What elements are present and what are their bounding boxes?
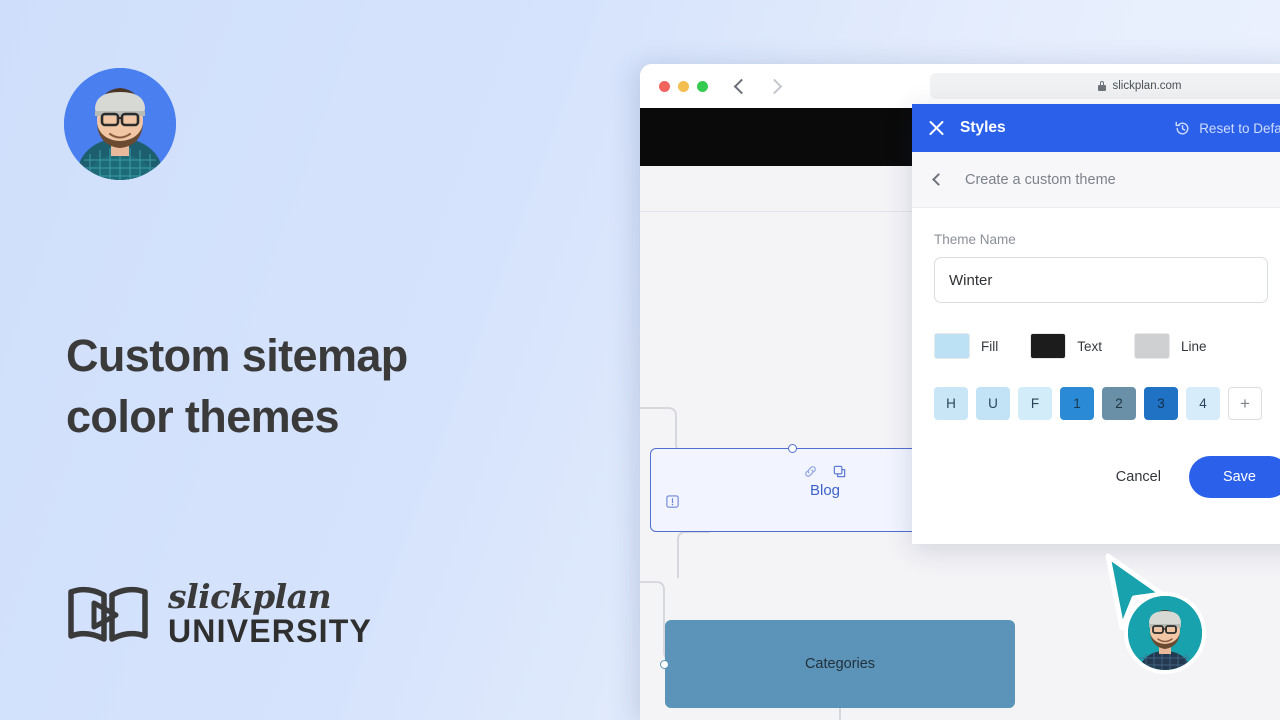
- logo-secondary-text: UNIVERSITY: [168, 613, 373, 649]
- line-swatch-group[interactable]: Line: [1134, 333, 1207, 359]
- headline-line-2: color themes: [66, 390, 339, 442]
- level-swatch-1[interactable]: 1: [1060, 387, 1094, 420]
- level-swatch-3[interactable]: 3: [1144, 387, 1178, 420]
- collaborator-avatar-image: [1128, 596, 1202, 670]
- lock-icon: [1098, 81, 1107, 91]
- headline-line-1: Custom sitemap: [66, 330, 408, 381]
- browser-toolbar: slickplan.com: [640, 64, 1280, 108]
- node-label: Blog: [809, 481, 841, 499]
- level-swatch-row: H U F 1 2 3 4 +: [934, 387, 1280, 420]
- panel-actions: Cancel Save: [934, 456, 1280, 498]
- address-bar[interactable]: slickplan.com: [930, 73, 1280, 99]
- level-swatch-f[interactable]: F: [1018, 387, 1052, 420]
- link-icon[interactable]: [803, 464, 818, 479]
- warning-icon[interactable]: [665, 494, 680, 509]
- add-level-button[interactable]: +: [1228, 387, 1262, 420]
- fill-swatch-label: Fill: [981, 338, 999, 354]
- styles-panel-header: Styles Reset to Default: [912, 104, 1280, 152]
- cancel-button[interactable]: Cancel: [1116, 469, 1161, 485]
- text-swatch-label: Text: [1077, 338, 1103, 354]
- branding-column: Custom sitemap color themes slickplan UN…: [0, 0, 640, 720]
- node-connector-dot: [788, 444, 797, 453]
- styles-panel: Styles Reset to Default Create a custom …: [912, 104, 1280, 544]
- theme-name-label: Theme Name: [934, 232, 1016, 247]
- chevron-left-icon[interactable]: [733, 78, 750, 94]
- collaborator-avatar: [1124, 592, 1206, 674]
- text-color-swatch[interactable]: [1030, 333, 1067, 359]
- chevron-right-icon[interactable]: [766, 78, 783, 94]
- subheader-label: Create a custom theme: [965, 171, 1116, 188]
- fill-swatch-group[interactable]: Fill: [934, 333, 998, 359]
- minimize-window-button[interactable]: [678, 80, 689, 92]
- presenter-avatar: [64, 68, 176, 180]
- slide-canvas: Custom sitemap color themes slickplan UN…: [0, 0, 1280, 720]
- presenter-avatar-image: [64, 68, 176, 180]
- panel-body: Theme Name Fill Text Line H U: [912, 208, 1280, 498]
- level-swatch-2[interactable]: 2: [1102, 387, 1136, 420]
- logo-primary-text: slickplan: [168, 577, 332, 616]
- save-button[interactable]: Save: [1188, 456, 1280, 498]
- slickplan-university-logo: slickplan UNIVERSITY: [66, 580, 372, 647]
- level-swatch-h[interactable]: H: [934, 387, 968, 420]
- panel-subheader[interactable]: Create a custom theme: [912, 152, 1280, 208]
- collaborator-cursor: [1100, 550, 1240, 690]
- book-play-icon: [68, 586, 148, 642]
- chevron-left-icon[interactable]: [932, 173, 945, 186]
- line-swatch-label: Line: [1181, 338, 1207, 354]
- window-controls[interactable]: [659, 80, 708, 92]
- panel-title: Styles: [960, 119, 1006, 136]
- history-icon: [1175, 121, 1189, 134]
- page-title: Custom sitemap color themes: [66, 326, 566, 448]
- maximize-window-button[interactable]: [697, 80, 708, 92]
- node-label: Categories: [804, 656, 876, 672]
- line-color-swatch[interactable]: [1134, 333, 1171, 359]
- url-text: slickplan.com: [1112, 80, 1182, 92]
- reset-to-default-label: Reset to Default: [1199, 120, 1280, 136]
- duplicate-icon[interactable]: [832, 464, 847, 479]
- close-window-button[interactable]: [659, 80, 670, 92]
- level-swatch-4[interactable]: 4: [1186, 387, 1220, 420]
- theme-name-input[interactable]: [934, 257, 1268, 303]
- navigation-buttons[interactable]: [733, 78, 783, 94]
- fill-color-swatch[interactable]: [934, 333, 970, 359]
- reset-to-default-button[interactable]: Reset to Default: [1174, 120, 1280, 137]
- close-icon[interactable]: [928, 120, 945, 137]
- sitemap-node-categories[interactable]: Categories: [660, 620, 1015, 708]
- color-swatch-row: Fill Text Line: [934, 333, 1280, 359]
- text-swatch-group[interactable]: Text: [1030, 333, 1102, 359]
- node-connector-dot: [660, 660, 669, 669]
- logo-wordmark: slickplan UNIVERSITY: [168, 580, 372, 647]
- level-swatch-u[interactable]: U: [976, 387, 1010, 420]
